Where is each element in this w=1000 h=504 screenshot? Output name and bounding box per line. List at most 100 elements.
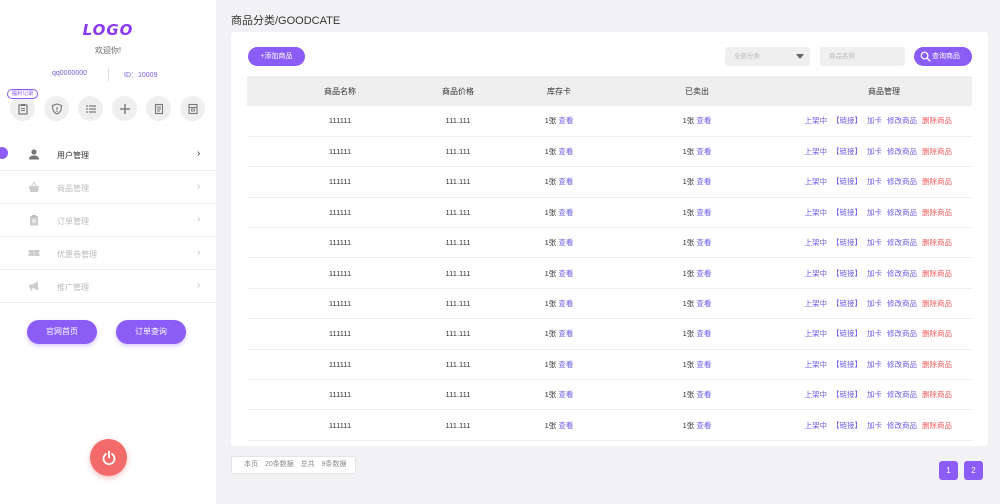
delete-goods-link[interactable]: 删除商品: [922, 238, 952, 247]
header-goods-name: 商品名称: [324, 86, 356, 96]
listing-status-toggle[interactable]: 上架中 【链接】: [800, 269, 863, 278]
view-sold-link[interactable]: 查看: [696, 390, 711, 399]
listing-status-toggle[interactable]: 上架中 【链接】: [800, 147, 863, 156]
listing-status-toggle[interactable]: 上架中 【链接】: [800, 329, 863, 338]
delete-goods-link[interactable]: 删除商品: [922, 116, 952, 125]
add-card-link[interactable]: 加卡: [867, 269, 882, 278]
add-card-link[interactable]: 加卡: [867, 208, 882, 217]
view-stock-link[interactable]: 查看: [558, 177, 573, 186]
edit-goods-link[interactable]: 修改商品: [887, 208, 917, 217]
delete-goods-link[interactable]: 删除商品: [922, 208, 952, 217]
quick-document-button[interactable]: [146, 96, 171, 121]
view-stock-link[interactable]: 查看: [558, 299, 573, 308]
listing-status-toggle[interactable]: 上架中 【链接】: [800, 360, 863, 369]
add-card-link[interactable]: 加卡: [867, 116, 882, 125]
status-text: 上架中: [804, 238, 828, 248]
delete-goods-link[interactable]: 删除商品: [922, 299, 952, 308]
view-sold-link[interactable]: 查看: [696, 360, 711, 369]
manage-cell: 上架中 【链接】 加卡 修改商品 删除商品: [759, 349, 972, 379]
sidebar-item-coupons[interactable]: 优惠卷管理 ›: [0, 237, 216, 270]
add-card-link[interactable]: 加卡: [867, 390, 882, 399]
delete-goods-link[interactable]: 删除商品: [922, 390, 952, 399]
view-sold-link[interactable]: 查看: [696, 238, 711, 247]
delete-goods-link[interactable]: 删除商品: [922, 329, 952, 338]
edit-goods-link[interactable]: 修改商品: [887, 329, 917, 338]
add-card-link[interactable]: 加卡: [867, 360, 882, 369]
view-sold-link[interactable]: 查看: [696, 177, 711, 186]
edit-goods-link[interactable]: 修改商品: [887, 269, 917, 278]
view-stock-link[interactable]: 查看: [558, 238, 573, 247]
table-row: 111111 111.111 1张 查看 1张 查看 上架中 【链接】 加卡 修改商品 删除商品: [247, 349, 972, 380]
listing-status-toggle[interactable]: 上架中 【链接】: [800, 421, 863, 430]
view-stock-link[interactable]: 查看: [558, 390, 573, 399]
view-sold-link[interactable]: 查看: [696, 147, 711, 156]
listing-status-toggle[interactable]: 上架中 【链接】: [800, 238, 863, 247]
add-card-link[interactable]: 加卡: [867, 421, 882, 430]
header-sold: 已卖出: [685, 86, 709, 96]
search-goods-button[interactable]: 查询商品: [914, 47, 972, 66]
add-goods-button[interactable]: +添加商品: [248, 47, 305, 66]
manage-cell: 上架中 【链接】 加卡 修改商品 删除商品: [759, 258, 972, 288]
sidebar-item-promotion[interactable]: 推广管理 ›: [0, 270, 216, 303]
link-text: 【链接】: [832, 147, 862, 157]
quick-clipboard-button[interactable]: 福利记录: [7, 89, 38, 121]
sidebar-item-goods[interactable]: 商品管理 ›: [0, 171, 216, 204]
quick-shield-button[interactable]: [44, 96, 69, 121]
view-sold-link[interactable]: 查看: [696, 299, 711, 308]
goods-name-input[interactable]: [820, 47, 905, 66]
add-card-link[interactable]: 加卡: [867, 299, 882, 308]
page-2-button[interactable]: 2: [964, 461, 983, 480]
edit-goods-link[interactable]: 修改商品: [887, 116, 917, 125]
edit-goods-link[interactable]: 修改商品: [887, 177, 917, 186]
add-card-link[interactable]: 加卡: [867, 147, 882, 156]
view-stock-link[interactable]: 查看: [558, 360, 573, 369]
view-sold-link[interactable]: 查看: [696, 208, 711, 217]
delete-goods-link[interactable]: 删除商品: [922, 360, 952, 369]
edit-goods-link[interactable]: 修改商品: [887, 390, 917, 399]
delete-goods-link[interactable]: 删除商品: [922, 421, 952, 430]
delete-goods-link[interactable]: 删除商品: [922, 177, 952, 186]
add-card-link[interactable]: 加卡: [867, 329, 882, 338]
stock-cell: 1张 查看: [483, 380, 635, 410]
stock-count: 1张: [544, 177, 557, 187]
view-stock-link[interactable]: 查看: [558, 147, 573, 156]
sold-count: 1张: [682, 207, 695, 217]
link-text: 【链接】: [832, 390, 862, 400]
sidebar-item-orders[interactable]: 订单管理 ›: [0, 204, 216, 237]
view-stock-link[interactable]: 查看: [558, 208, 573, 217]
view-sold-link[interactable]: 查看: [696, 116, 711, 125]
plus-icon: [119, 103, 130, 114]
listing-status-toggle[interactable]: 上架中 【链接】: [800, 177, 863, 186]
delete-goods-link[interactable]: 删除商品: [922, 147, 952, 156]
add-card-link[interactable]: 加卡: [867, 177, 882, 186]
sidebar-item-users[interactable]: 用户管理 ›: [0, 138, 216, 171]
view-stock-link[interactable]: 查看: [558, 269, 573, 278]
view-stock-link[interactable]: 查看: [558, 329, 573, 338]
edit-goods-link[interactable]: 修改商品: [887, 238, 917, 247]
order-query-button[interactable]: 订单查询: [116, 320, 186, 344]
page-1-button[interactable]: 1: [939, 461, 958, 480]
view-stock-link[interactable]: 查看: [558, 116, 573, 125]
view-sold-link[interactable]: 查看: [696, 329, 711, 338]
view-sold-link[interactable]: 查看: [696, 269, 711, 278]
category-select[interactable]: 全部分类: [725, 47, 810, 66]
logout-button[interactable]: [90, 439, 127, 476]
official-home-button[interactable]: 官网首页: [27, 320, 97, 344]
add-card-link[interactable]: 加卡: [867, 238, 882, 247]
listing-status-toggle[interactable]: 上架中 【链接】: [800, 208, 863, 217]
quick-list-button[interactable]: [78, 96, 103, 121]
edit-goods-link[interactable]: 修改商品: [887, 360, 917, 369]
sold-count: 1张: [682, 268, 695, 278]
listing-status-toggle[interactable]: 上架中 【链接】: [800, 116, 863, 125]
welfare-record-badge: 福利记录: [7, 89, 38, 99]
quick-archive-button[interactable]: [180, 96, 205, 121]
quick-add-button[interactable]: [112, 96, 137, 121]
listing-status-toggle[interactable]: 上架中 【链接】: [800, 299, 863, 308]
listing-status-toggle[interactable]: 上架中 【链接】: [800, 390, 863, 399]
view-stock-link[interactable]: 查看: [558, 421, 573, 430]
edit-goods-link[interactable]: 修改商品: [887, 421, 917, 430]
delete-goods-link[interactable]: 删除商品: [922, 269, 952, 278]
edit-goods-link[interactable]: 修改商品: [887, 147, 917, 156]
view-sold-link[interactable]: 查看: [696, 421, 711, 430]
edit-goods-link[interactable]: 修改商品: [887, 299, 917, 308]
